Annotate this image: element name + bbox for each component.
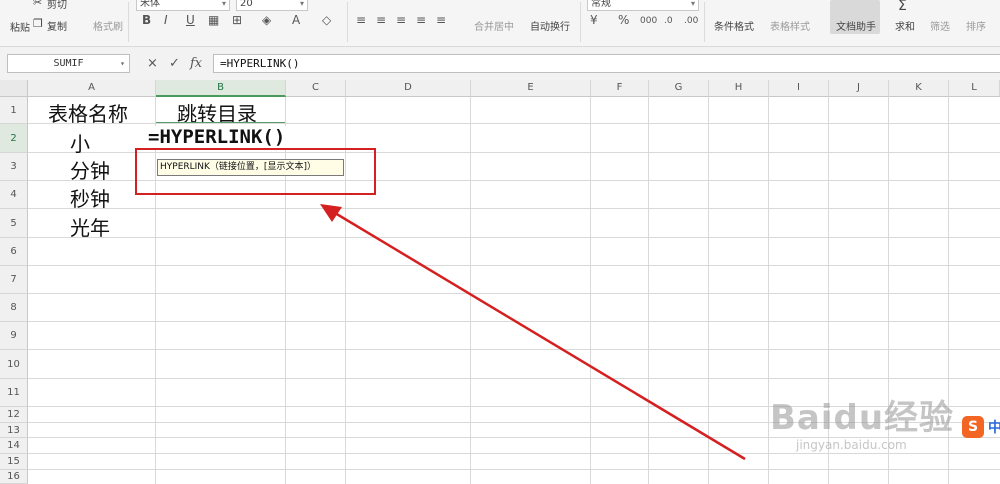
watermark-brand: Baidu经验 — [770, 398, 955, 438]
arrow-head — [320, 204, 342, 222]
ime-logo-icon[interactable]: S — [962, 416, 984, 438]
watermark: Baidu经验 jingyan.baidu.com — [770, 390, 955, 452]
ime-mode-label[interactable]: 中 — [988, 417, 1000, 437]
arrow-shaft — [329, 208, 746, 461]
watermark-url: jingyan.baidu.com — [796, 438, 907, 452]
